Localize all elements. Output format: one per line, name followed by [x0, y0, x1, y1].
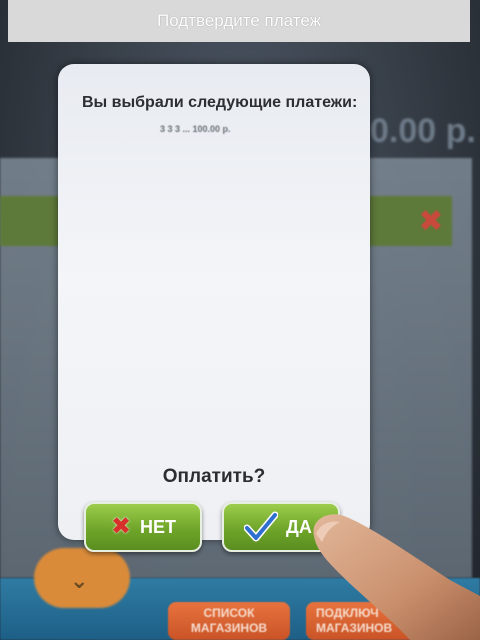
- payment-line: 3 3 3 ... 100.00 р.: [160, 124, 231, 134]
- check-icon: [244, 511, 278, 542]
- close-icon: ✖: [418, 204, 444, 238]
- stores-list-button: СПИСОК МАГАЗИНОВ: [168, 602, 290, 640]
- confirm-question: Оплатить?: [162, 466, 266, 487]
- stores-list-label-2: МАГАЗИНОВ: [190, 621, 268, 635]
- chevron-down-icon: ⌄: [70, 568, 89, 593]
- no-button-label: НЕТ: [140, 516, 176, 537]
- dialog-title: Вы выбрали следующие платежи:: [82, 94, 358, 111]
- cross-icon: ✖: [110, 513, 132, 540]
- finger-photo: [313, 514, 480, 640]
- background-amount: 0.00 р.: [370, 112, 476, 150]
- no-button[interactable]: ✖ НЕТ: [84, 502, 202, 552]
- page-title: Подтвердите платеж: [157, 11, 321, 30]
- stores-list-label-1: СПИСОК: [203, 606, 255, 620]
- title-bar: Подтвердите платеж: [8, 0, 470, 42]
